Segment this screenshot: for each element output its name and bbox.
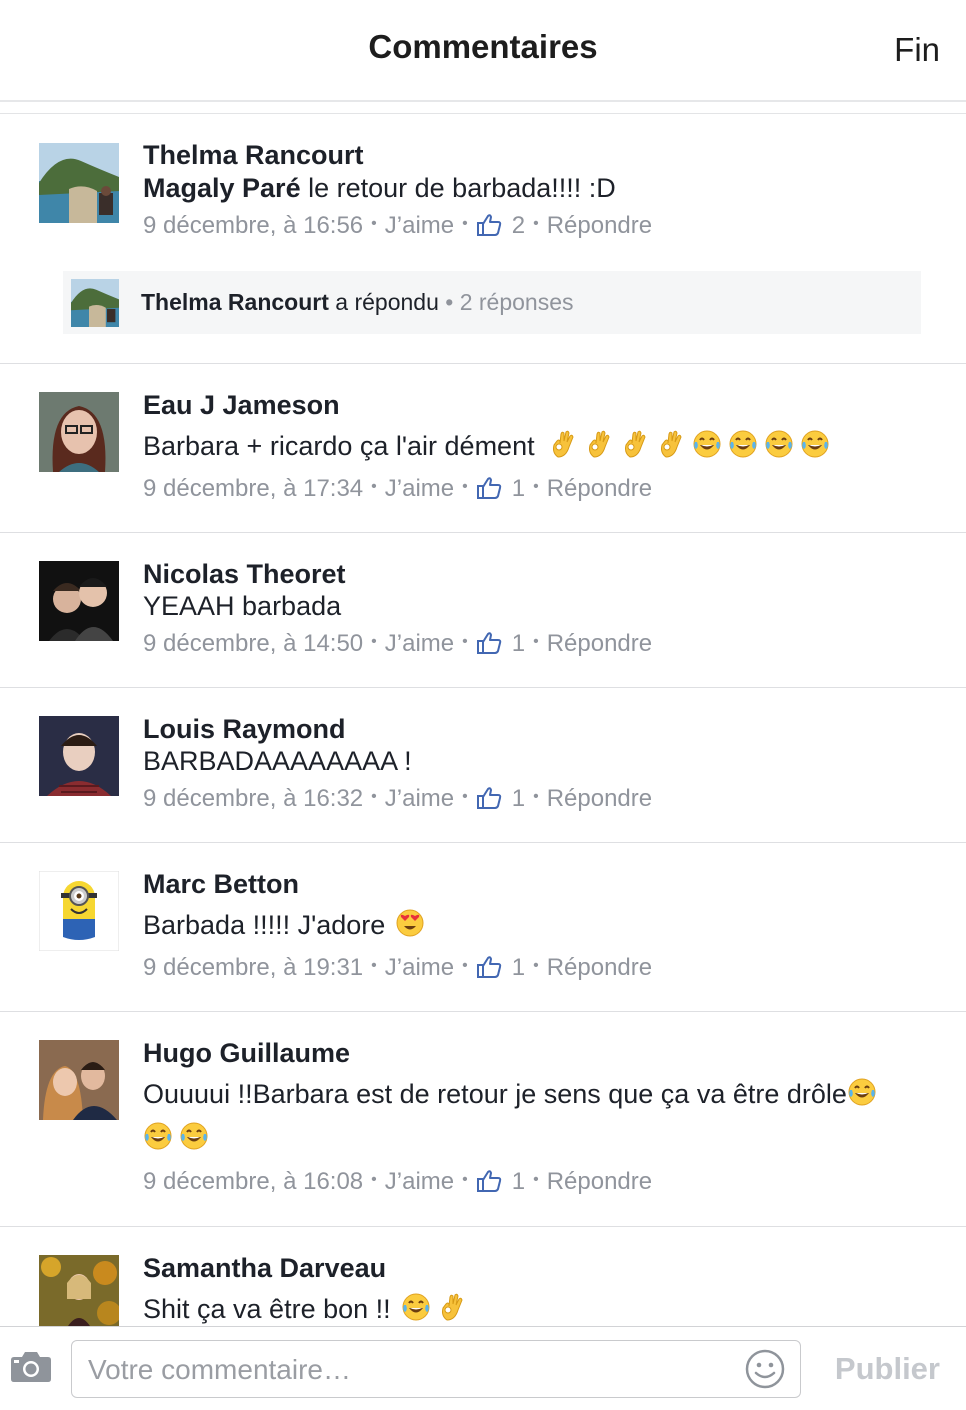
replies-count: • 2 réponses bbox=[445, 289, 574, 315]
tears-of-joy-emoji bbox=[800, 429, 830, 459]
comment-composer: Publier bbox=[0, 1326, 966, 1410]
comment-body: BARBADAAAAAAAA ! bbox=[143, 746, 412, 776]
comment-item: Louis Raymond BARBADAAAAAAAA ! 9 décembr… bbox=[0, 688, 966, 843]
comment-input-wrapper bbox=[71, 1340, 801, 1398]
comment-author[interactable]: Marc Betton bbox=[143, 869, 299, 900]
comment-item: Nicolas Theoret YEAAH barbada 9 décembre… bbox=[0, 533, 966, 688]
page-title: Commentaires bbox=[368, 28, 598, 65]
comment-meta: 9 décembre, à 16:56 • J’aime • 2 • Répondre bbox=[143, 212, 653, 240]
avatar[interactable] bbox=[39, 716, 119, 796]
timestamp: 9 décembre, à 14:50 bbox=[143, 630, 364, 657]
reply-button[interactable]: Répondre bbox=[547, 212, 652, 240]
tears-of-joy-emoji bbox=[764, 429, 794, 459]
comment-text: YEAAH barbada bbox=[143, 584, 933, 628]
comment-body: Shit ça va être bon !! bbox=[143, 1294, 391, 1324]
timestamp: 9 décembre, à 17:34 bbox=[143, 475, 364, 502]
publish-button[interactable]: Publier bbox=[835, 1351, 940, 1387]
comment-text: Barbada !!!!! J'adore bbox=[143, 903, 933, 947]
avatar[interactable] bbox=[39, 1255, 119, 1326]
avatar[interactable] bbox=[39, 871, 119, 951]
like-count[interactable]: 1 bbox=[512, 785, 525, 813]
comment-item: Hugo Guillaume Ouuuui !!Barbara est de r… bbox=[0, 1012, 966, 1227]
like-button[interactable]: J’aime bbox=[385, 475, 454, 503]
comment-author[interactable]: Samantha Darveau bbox=[143, 1253, 386, 1284]
reply-button[interactable]: Répondre bbox=[547, 630, 652, 658]
tears-of-joy-emoji bbox=[401, 1292, 431, 1322]
timestamp: 9 décembre, à 16:08 bbox=[143, 1168, 364, 1195]
thumbs-up-icon bbox=[476, 1169, 502, 1193]
tears-of-joy-emoji bbox=[143, 1121, 173, 1151]
thumbs-up-icon bbox=[476, 476, 502, 500]
ok-hand-emoji bbox=[656, 429, 686, 459]
replies-summary[interactable]: Thelma Rancourt a répondu • 2 réponses bbox=[63, 271, 921, 334]
comment-text: Magaly Paré le retour de barbada!!!! :D bbox=[143, 166, 933, 210]
comment-meta: 9 décembre, à 14:50 • J’aime • 1 • Répondre bbox=[143, 630, 653, 658]
comment-item: Eau J Jameson Barbara + ricardo ça l'air… bbox=[0, 364, 966, 533]
comment-body: Barbada !!!!! J'adore bbox=[143, 910, 386, 940]
comment-meta: 9 décembre, à 19:31 • J’aime • 1 • Répondre bbox=[143, 954, 653, 982]
avatar[interactable] bbox=[39, 561, 119, 641]
avatar[interactable] bbox=[39, 392, 119, 472]
reply-button[interactable]: Répondre bbox=[547, 1168, 652, 1196]
like-button[interactable]: J’aime bbox=[385, 785, 454, 813]
comment-item: Samantha Darveau Shit ça va être bon !! bbox=[0, 1227, 966, 1326]
thumbs-up-icon bbox=[476, 631, 502, 655]
timestamp: 9 décembre, à 16:56 bbox=[143, 212, 364, 239]
thumbs-up-icon bbox=[476, 955, 502, 979]
comment-text: Shit ça va être bon !! bbox=[143, 1287, 933, 1326]
like-count[interactable]: 1 bbox=[512, 630, 525, 658]
like-count[interactable]: 1 bbox=[512, 954, 525, 982]
tears-of-joy-emoji bbox=[847, 1077, 877, 1107]
comment-text: Ouuuui !!Barbara est de retour je sens q… bbox=[143, 1072, 933, 1160]
heart-eyes-emoji bbox=[395, 908, 425, 938]
header-bar: Commentaires Fin bbox=[0, 0, 966, 102]
ok-hand-emoji bbox=[584, 429, 614, 459]
like-button[interactable]: J’aime bbox=[385, 212, 454, 240]
comment-body: Ouuuui !!Barbara est de retour je sens q… bbox=[143, 1079, 847, 1109]
comment-body: Barbara + ricardo ça l'air dément bbox=[143, 431, 535, 461]
avatar[interactable] bbox=[39, 1040, 119, 1120]
comment-meta: 9 décembre, à 16:08 • J’aime • 1 • Répondre bbox=[143, 1168, 653, 1196]
tears-of-joy-emoji bbox=[179, 1121, 209, 1151]
replies-text: Thelma Rancourt a répondu • 2 réponses bbox=[141, 289, 574, 315]
comment-input[interactable] bbox=[86, 1349, 730, 1391]
like-count[interactable]: 2 bbox=[512, 212, 525, 240]
reply-author: Thelma Rancourt bbox=[141, 289, 329, 315]
thumbs-up-icon bbox=[476, 786, 502, 810]
comment-meta: 9 décembre, à 17:34 • J’aime • 1 • Répondre bbox=[143, 475, 653, 503]
comment-author[interactable]: Hugo Guillaume bbox=[143, 1038, 350, 1069]
camera-icon[interactable] bbox=[10, 1349, 52, 1383]
tears-of-joy-emoji bbox=[728, 429, 758, 459]
avatar[interactable] bbox=[39, 143, 119, 223]
like-count[interactable]: 1 bbox=[512, 475, 525, 503]
like-count[interactable]: 1 bbox=[512, 1168, 525, 1196]
comment-item: Marc Betton Barbada !!!!! J'adore 9 déce… bbox=[0, 843, 966, 1012]
thumbs-up-icon bbox=[476, 213, 502, 237]
comment-body: YEAAH barbada bbox=[143, 591, 342, 621]
reply-button[interactable]: Répondre bbox=[547, 785, 652, 813]
comment-text: BARBADAAAAAAAA ! bbox=[143, 739, 933, 783]
timestamp: 9 décembre, à 19:31 bbox=[143, 954, 364, 981]
comment-text: Barbara + ricardo ça l'air dément bbox=[143, 424, 933, 468]
reply-button[interactable]: Répondre bbox=[547, 475, 652, 503]
like-button[interactable]: J’aime bbox=[385, 1168, 454, 1196]
comment-meta: 9 décembre, à 16:32 • J’aime • 1 • Répondre bbox=[143, 785, 653, 813]
avatar bbox=[71, 279, 119, 327]
comment-author[interactable]: Eau J Jameson bbox=[143, 390, 340, 421]
ok-hand-emoji bbox=[437, 1292, 467, 1322]
smiley-icon[interactable] bbox=[744, 1348, 786, 1390]
mention-link[interactable]: Magaly Paré bbox=[143, 173, 301, 203]
like-button[interactable]: J’aime bbox=[385, 954, 454, 982]
like-button[interactable]: J’aime bbox=[385, 630, 454, 658]
done-button[interactable]: Fin bbox=[894, 31, 940, 69]
reply-button[interactable]: Répondre bbox=[547, 954, 652, 982]
ok-hand-emoji bbox=[620, 429, 650, 459]
tears-of-joy-emoji bbox=[692, 429, 722, 459]
ok-hand-emoji bbox=[548, 429, 578, 459]
timestamp: 9 décembre, à 16:32 bbox=[143, 785, 364, 812]
comment-body: le retour de barbada!!!! :D bbox=[300, 173, 616, 203]
